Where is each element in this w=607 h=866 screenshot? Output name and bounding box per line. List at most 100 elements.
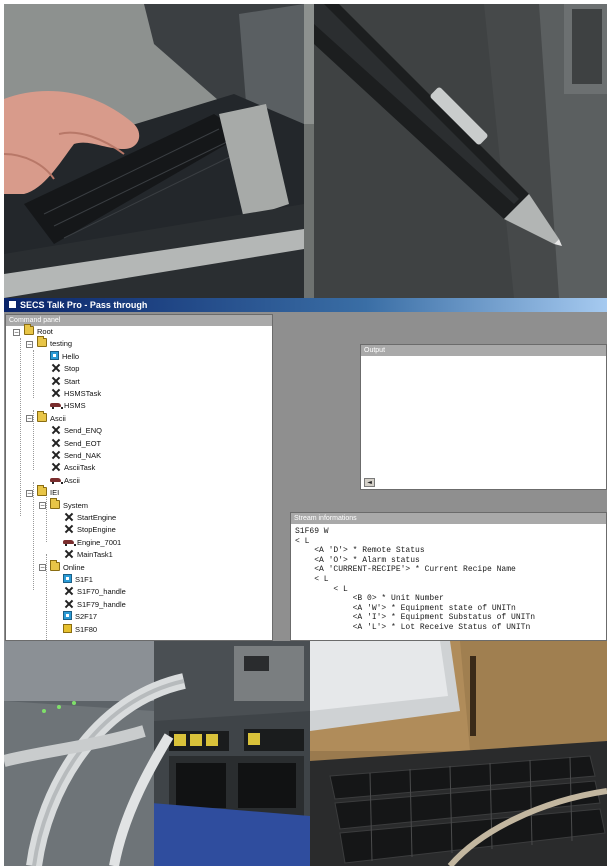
message-icon [63, 611, 72, 621]
tree-item[interactable]: Send_NAK [50, 450, 101, 462]
tree-item-label: HSMSTask [64, 389, 102, 398]
car-icon [50, 400, 63, 410]
car-icon [63, 537, 76, 546]
tree-item-label: Send_EOT [64, 438, 102, 448]
tree-item-label: S1F70_handle [77, 587, 126, 597]
tree-item-label: Hello [62, 351, 80, 361]
tools-icon [50, 462, 61, 471]
output-area[interactable]: ◄ [361, 356, 606, 489]
stream-line: <A 'L'> * Lot Receive Status of UNITn [295, 623, 531, 632]
stream-line: <A 'I'> * Equipment Substatus of UNITn [295, 613, 536, 623]
tree-item-label: Ascii [50, 413, 66, 423]
tools-icon [50, 438, 61, 447]
tools-icon [50, 450, 61, 459]
tree-item[interactable]: System [50, 497, 89, 512]
tree-expander[interactable]: − [39, 502, 46, 510]
stream-line: <A 'W'> * Equipment state of UNITn [295, 603, 516, 613]
folder-icon [37, 485, 47, 497]
tree-item-label: Send_NAK [64, 451, 102, 460]
tree-item[interactable]: S2F17 [63, 611, 97, 623]
tree-item-label: testing [50, 339, 73, 349]
tools-icon [63, 586, 74, 595]
tools-icon [50, 376, 61, 385]
tree-item-label: S2F17 [75, 612, 98, 622]
keyboard-photo [310, 641, 607, 866]
tree-item-label: StopEngine [77, 525, 116, 535]
tree-expander[interactable]: − [26, 489, 33, 497]
tools-icon [63, 549, 74, 558]
tree-item-label: Online [63, 562, 85, 572]
tree-item-label: IEI [50, 488, 60, 498]
output-panel-title: Output [361, 345, 606, 356]
tree-expander[interactable]: − [26, 415, 33, 423]
tree-item[interactable]: testing [37, 336, 73, 350]
title-bar: SECS Talk Pro - Pass through [4, 298, 607, 312]
tree-item-label: Engine_7001 [77, 537, 122, 547]
folder-icon [37, 410, 47, 422]
output-panel: Output ◄ [360, 344, 607, 490]
message-icon [63, 574, 72, 583]
tree-item[interactable]: HSMSTask [50, 388, 101, 400]
tree-item[interactable]: StartEngine [63, 512, 116, 524]
message-icon [50, 350, 59, 360]
tree-item-label: StartEngine [77, 513, 117, 522]
tree-item-label: System [63, 500, 89, 510]
stream-line: < L [295, 536, 310, 546]
stream-line: S1F69 W [295, 527, 329, 536]
tree-item[interactable]: S1F79_handle [63, 599, 126, 611]
tree-item-label: HSMS [64, 401, 86, 411]
tree-expander[interactable]: − [39, 564, 46, 572]
tree-item[interactable]: Send_ENQ [50, 425, 102, 437]
folder-icon [50, 559, 60, 571]
tree-item[interactable]: Start [50, 376, 80, 388]
tree-item-label: S1F80 [75, 624, 98, 634]
folder-icon [37, 336, 47, 348]
stream-panel-title: Stream informations [291, 513, 606, 524]
tree-item-label: Send_ENQ [64, 426, 102, 436]
network-switch-photo [4, 641, 310, 866]
scroll-left-button[interactable]: ◄ [364, 478, 375, 487]
tree-item-label: S1F79_handle [77, 599, 126, 609]
tree-item[interactable]: AsciiTask [50, 462, 95, 474]
tools-icon [63, 512, 74, 521]
tree-item[interactable]: MainTask1 [63, 549, 113, 561]
tree-item[interactable]: Send_EOT [50, 438, 101, 450]
tools-icon [50, 425, 61, 434]
tree-item-label: Ascii [64, 475, 80, 485]
tree-item[interactable]: Online [50, 559, 85, 574]
stream-info-area: S1F69 W < L <A 'D'> * Remote Status <A 'O… [291, 524, 606, 640]
tree-item-label: S1F1 [75, 575, 93, 584]
tools-icon [50, 388, 61, 397]
command-panel: Command panel − Root − testing Hello Stop Star… [5, 314, 273, 641]
tree-item[interactable]: Ascii [50, 475, 80, 487]
tree-item[interactable]: HSMS [50, 400, 86, 412]
stream-line: <A 'CURRENT-RECIPE'> * Current Recipe Na… [295, 565, 516, 575]
secs-talk-window: SECS Talk Pro - Pass through Command pan… [4, 298, 607, 641]
car-icon [50, 475, 63, 484]
tree-item-label: AsciiTask [64, 463, 96, 473]
pen-photo [314, 4, 607, 298]
tools-icon [63, 524, 74, 533]
tools-icon [50, 363, 61, 372]
tree-expander[interactable]: − [13, 328, 20, 336]
stream-line: <A 'O'> * Alarm status [295, 555, 420, 565]
tree-item-label: Start [64, 376, 80, 386]
tree-item[interactable]: Engine_7001 [63, 537, 121, 549]
tree-item-label: MainTask1 [77, 550, 113, 560]
tree-item[interactable]: Stop [50, 363, 79, 375]
folder-icon [24, 324, 34, 335]
tree-item[interactable]: StopEngine [63, 524, 116, 536]
tree-item[interactable]: S1F70_handle [63, 586, 126, 598]
tree-item-label: Root [37, 327, 53, 336]
folder-icon [50, 497, 60, 509]
tree-item[interactable]: Ascii [37, 410, 66, 425]
tree-expander[interactable]: − [26, 340, 33, 348]
tree-item[interactable]: S1F80 [63, 623, 98, 636]
message-yellow-icon [63, 623, 72, 633]
tree-item[interactable]: Hello [50, 350, 80, 363]
tree-item[interactable]: S1F1 [63, 574, 93, 586]
stream-line: < L [295, 575, 329, 584]
stream-line: <A 'D'> * Remote Status [295, 546, 425, 556]
tools-icon [63, 599, 74, 608]
stream-info-panel: Stream informations S1F69 W < L <A 'D'> *… [290, 512, 607, 641]
